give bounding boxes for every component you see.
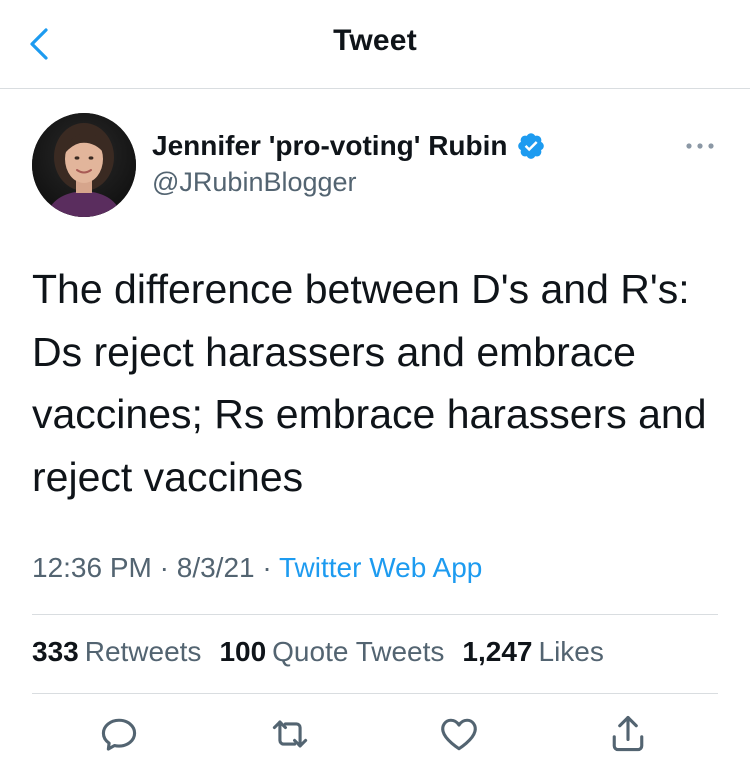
- likes-count: 1,247: [462, 636, 533, 667]
- top-bar: Tweet: [0, 0, 750, 89]
- quote-tweets-count: 100: [219, 636, 267, 667]
- tweet-date: 8/3/21: [176, 552, 255, 583]
- divider: [32, 614, 718, 615]
- tweet-source-link[interactable]: Twitter Web App: [279, 552, 482, 583]
- more-options-icon: [686, 143, 714, 149]
- like-button[interactable]: [437, 712, 481, 756]
- divider: [32, 693, 718, 694]
- quote-tweets-stat[interactable]: 100 Quote Tweets: [219, 636, 444, 668]
- retweets-count: 333: [32, 636, 79, 667]
- avatar[interactable]: [32, 113, 136, 217]
- action-bar: [0, 712, 750, 762]
- verified-badge-icon: [517, 133, 544, 159]
- author-handle[interactable]: @JRubinBlogger: [152, 167, 357, 198]
- author-name-row[interactable]: Jennifer 'pro-voting' Rubin: [152, 128, 546, 164]
- reply-icon: [101, 718, 137, 751]
- share-icon: [612, 715, 644, 752]
- share-button[interactable]: [606, 712, 650, 756]
- avatar-image: [32, 113, 136, 217]
- retweet-icon: [272, 720, 308, 748]
- heart-icon: [441, 718, 477, 751]
- page-title: Tweet: [333, 24, 417, 57]
- retweets-label: Retweets: [84, 636, 202, 667]
- tweet-text: The difference between D's and R's: Ds r…: [32, 266, 707, 500]
- tweet-time: 12:36 PM: [32, 552, 152, 583]
- likes-stat[interactable]: 1,247 Likes: [462, 636, 603, 668]
- meta-separator: ·: [151, 552, 177, 583]
- retweets-stat[interactable]: 333 Retweets: [32, 636, 201, 668]
- tweet-stats: 333 Retweets 100 Quote Tweets 1,247 Likes: [32, 636, 622, 668]
- more-options-button[interactable]: [680, 132, 720, 160]
- likes-label: Likes: [538, 636, 604, 667]
- tweet-meta: 12:36 PM · 8/3/21 · Twitter Web App: [32, 552, 482, 584]
- meta-separator: ·: [254, 552, 279, 583]
- retweet-button[interactable]: [268, 712, 312, 756]
- author-name[interactable]: Jennifer 'pro-voting' Rubin: [152, 130, 508, 162]
- reply-button[interactable]: [97, 712, 141, 756]
- quote-tweets-label: Quote Tweets: [272, 636, 445, 667]
